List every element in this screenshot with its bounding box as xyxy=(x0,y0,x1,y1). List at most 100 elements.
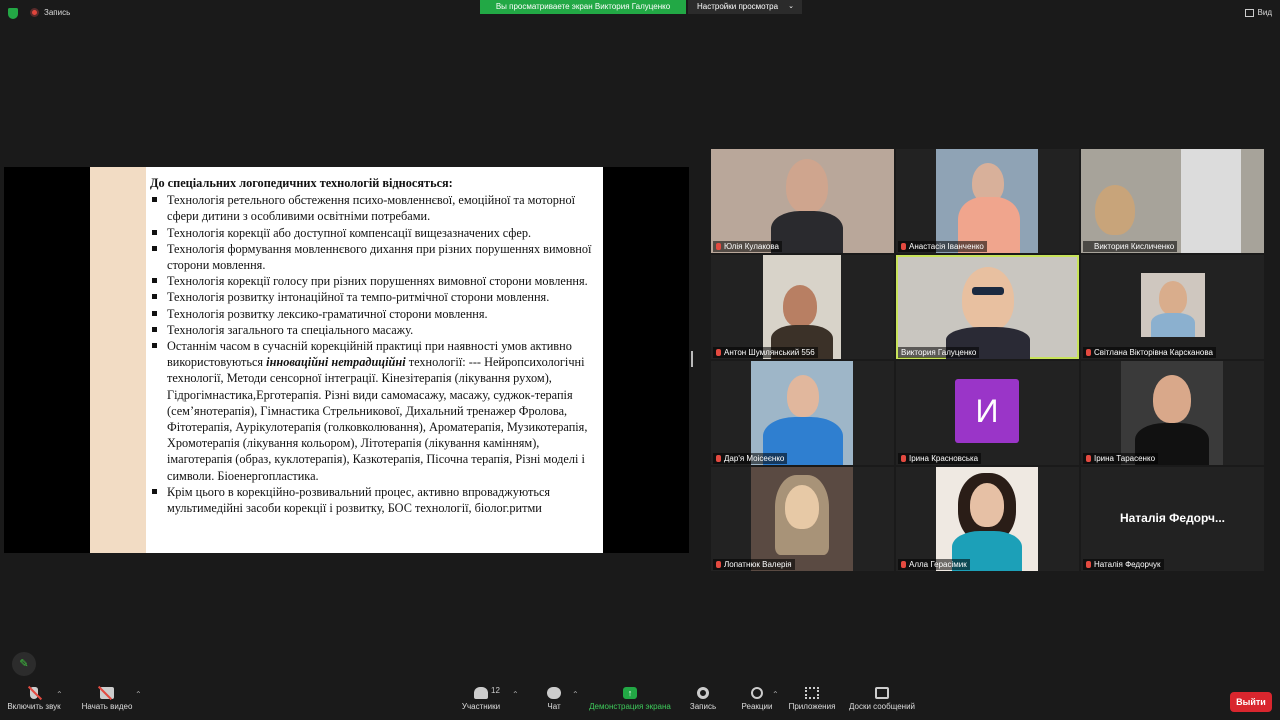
participant-name: Ірина Красновська xyxy=(898,453,982,464)
unmute-button[interactable]: Включить звук xyxy=(6,687,62,711)
participant-name: Анастасія Іванченко xyxy=(898,241,987,252)
muted-mic-icon xyxy=(901,561,906,568)
apps-button[interactable]: Приложения xyxy=(786,687,838,711)
participant-name: Виктория Галуценко xyxy=(898,347,980,358)
slide-bullet: Технологія корекції або доступної компен… xyxy=(150,225,595,241)
reactions-caret-icon[interactable]: ⌃ xyxy=(772,690,779,699)
muted-mic-icon xyxy=(901,455,906,462)
participants-caret-icon[interactable]: ⌃ xyxy=(512,690,519,699)
participant-video xyxy=(751,361,853,465)
participant-tile[interactable]: Лопатнюк Валерія xyxy=(711,467,894,571)
apps-icon xyxy=(805,687,819,699)
view-button[interactable]: Вид xyxy=(1244,8,1272,17)
slide-bullet: Крім цього в корекційно-розвивальний про… xyxy=(150,484,595,516)
slide-title: До спеціальних логопедичних технологій в… xyxy=(150,176,453,190)
participant-tile[interactable]: Ірина Тарасенко xyxy=(1081,361,1264,465)
participant-gallery: Юлія Кулакова Анастасія Іванченко Виктор… xyxy=(711,149,1265,571)
recording-indicator[interactable]: Запись xyxy=(30,8,70,17)
reactions-emoji-icon xyxy=(751,687,763,699)
share-screen-label: Демонстрация экрана xyxy=(589,702,671,711)
bullet-emphasis: інноваційні нетрадиційні xyxy=(266,355,406,370)
participant-name: Лопатнюк Валерія xyxy=(713,559,795,570)
participant-video xyxy=(711,149,894,253)
audio-options-caret-icon[interactable]: ⌃ xyxy=(56,690,63,699)
share-screen-button[interactable]: ↑ Демонстрация экрана xyxy=(588,687,672,711)
slide-content: До спеціальних логопедичних технологій в… xyxy=(150,175,595,516)
muted-mic-icon xyxy=(1086,561,1091,568)
leave-meeting-button[interactable]: Выйти xyxy=(1230,692,1272,712)
split-resize-handle[interactable] xyxy=(691,351,693,367)
muted-mic-icon xyxy=(1086,349,1091,356)
reactions-label: Реакции xyxy=(741,702,773,711)
muted-mic-icon xyxy=(716,455,721,462)
participant-display-name: Наталія Федорч... xyxy=(1119,511,1226,525)
whiteboards-button[interactable]: Доски сообщений xyxy=(846,687,918,711)
slide-bullet: Останнім часом в сучасній корекційній пр… xyxy=(150,338,595,484)
whiteboards-label: Доски сообщений xyxy=(848,702,915,711)
participant-tile[interactable]: Юлія Кулакова xyxy=(711,149,894,253)
slide-bullet: Технологія розвитку лексико-граматичної … xyxy=(150,306,595,322)
participant-name: Юлія Кулакова xyxy=(713,241,782,252)
participant-avatar: И xyxy=(955,379,1019,443)
security-shield-icon[interactable] xyxy=(8,8,18,19)
apps-label: Приложения xyxy=(788,702,836,711)
shared-screen: До спеціальних логопедичних технологій в… xyxy=(4,167,689,553)
participant-tile[interactable]: Виктория Кисличенко xyxy=(1081,149,1264,253)
muted-mic-icon xyxy=(901,243,906,250)
participant-tile[interactable]: Світлана Вікторівна Карсканова xyxy=(1081,255,1264,359)
slide-bullet-list: Технологія ретельного обстеження психо-м… xyxy=(150,192,595,516)
recording-label: Запись xyxy=(44,8,71,17)
reactions-button[interactable]: Реакции xyxy=(738,687,776,711)
muted-mic-icon xyxy=(1086,455,1091,462)
participant-video xyxy=(751,467,853,571)
view-label: Вид xyxy=(1257,8,1272,17)
record-icon xyxy=(697,687,709,699)
participant-tile-active-speaker[interactable]: Виктория Галуценко xyxy=(896,255,1079,359)
participant-tile[interactable]: И Ірина Красновська xyxy=(896,361,1079,465)
whiteboard-icon xyxy=(875,687,889,699)
video-options-caret-icon[interactable]: ⌃ xyxy=(135,690,142,699)
participant-video xyxy=(936,149,1038,253)
chat-button[interactable]: Чат xyxy=(540,687,568,711)
participant-video xyxy=(1081,149,1264,253)
participant-video xyxy=(1141,273,1205,337)
participant-tile[interactable]: Анастасія Іванченко xyxy=(896,149,1079,253)
participant-name: Антон Шумлянський 556 xyxy=(713,347,818,358)
participant-tile[interactable]: Дар'я Моісеєнко xyxy=(711,361,894,465)
bullet-text: технології: --- Нейропсихологічні технол… xyxy=(167,355,588,483)
meeting-toolbar: Включить звук ⌃ Начать видео ⌃ Участники… xyxy=(0,684,1280,720)
microphone-muted-icon xyxy=(30,687,38,699)
start-video-button[interactable]: Начать видео xyxy=(80,687,134,711)
participant-name: Алла Герасімик xyxy=(898,559,970,570)
participant-video xyxy=(936,467,1038,571)
video-off-icon xyxy=(100,687,114,699)
participant-tile[interactable]: Алла Герасімик xyxy=(896,467,1079,571)
muted-mic-icon xyxy=(716,561,721,568)
share-screen-icon: ↑ xyxy=(623,687,637,699)
participant-video xyxy=(763,255,841,359)
start-video-label: Начать видео xyxy=(81,702,133,711)
view-options-button[interactable]: Настройки просмотра ⌄ xyxy=(688,0,802,14)
participant-name: Ірина Тарасенко xyxy=(1083,453,1159,464)
muted-mic-icon xyxy=(716,243,721,250)
record-dot-icon xyxy=(30,8,39,17)
participants-icon xyxy=(474,687,488,699)
participant-video xyxy=(1121,361,1223,465)
presentation-slide: До спеціальних логопедичних технологій в… xyxy=(90,167,603,553)
record-label: Запись xyxy=(689,702,717,711)
participant-tile[interactable]: Наталія Федорч... Наталія Федорчук xyxy=(1081,467,1264,571)
unmute-label: Включить звук xyxy=(7,702,61,711)
screen-share-banner: Вы просматриваете экран Виктория Галуцен… xyxy=(480,0,686,14)
slide-bullet: Технологія формування мовленнєвого дихан… xyxy=(150,241,595,273)
chat-label: Чат xyxy=(547,702,561,711)
participant-tile[interactable]: Антон Шумлянський 556 xyxy=(711,255,894,359)
annotate-pen-icon[interactable]: ✎ xyxy=(12,652,36,676)
grid-view-icon xyxy=(1244,8,1254,17)
chat-caret-icon[interactable]: ⌃ xyxy=(572,690,579,699)
chevron-down-icon: ⌄ xyxy=(788,3,794,10)
participant-name: Світлана Вікторівна Карсканова xyxy=(1083,347,1216,358)
slide-bullet: Технологія ретельного обстеження психо-м… xyxy=(150,192,595,224)
participant-name: Наталія Федорчук xyxy=(1083,559,1164,570)
record-button[interactable]: Запись xyxy=(686,687,720,711)
slide-decor-strip xyxy=(90,167,146,553)
